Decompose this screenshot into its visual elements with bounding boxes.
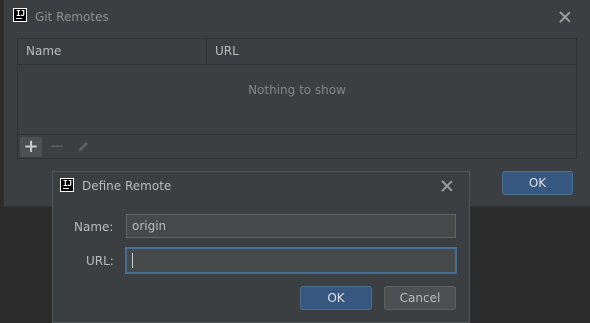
define-remote-cancel-button[interactable]: Cancel (384, 286, 456, 310)
remote-name-input[interactable] (126, 214, 456, 238)
pencil-icon (78, 142, 88, 152)
remove-remote-button[interactable]: − (46, 137, 68, 157)
intellij-logo-icon: IJ (13, 8, 27, 22)
define-remote-ok-button[interactable]: OK (300, 286, 372, 310)
remote-url-input[interactable] (125, 247, 457, 274)
text-caret (132, 253, 133, 268)
define-remote-dialog: IJ Define Remote Name: URL: OK Cancel (52, 171, 470, 323)
table-header: Name URL (18, 39, 576, 65)
url-label: URL: (86, 254, 114, 268)
add-remote-button[interactable]: + (20, 137, 42, 157)
empty-table-text: Nothing to show (248, 83, 346, 97)
column-header-name[interactable]: Name (18, 39, 207, 64)
table-toolbar: + − (18, 134, 576, 159)
close-icon[interactable] (559, 11, 571, 23)
name-label: Name: (74, 220, 114, 234)
edit-remote-button[interactable] (72, 137, 94, 157)
close-icon[interactable] (441, 180, 453, 192)
intellij-logo-icon: IJ (60, 178, 74, 192)
plus-icon: + (23, 136, 39, 157)
remotes-table: Name URL Nothing to show + − (17, 38, 577, 159)
minus-icon: − (49, 136, 65, 157)
column-header-url[interactable]: URL (207, 39, 577, 64)
define-remote-title: Define Remote (82, 179, 172, 193)
git-remotes-ok-button[interactable]: OK (502, 171, 573, 195)
git-remotes-title: Git Remotes (35, 10, 109, 24)
